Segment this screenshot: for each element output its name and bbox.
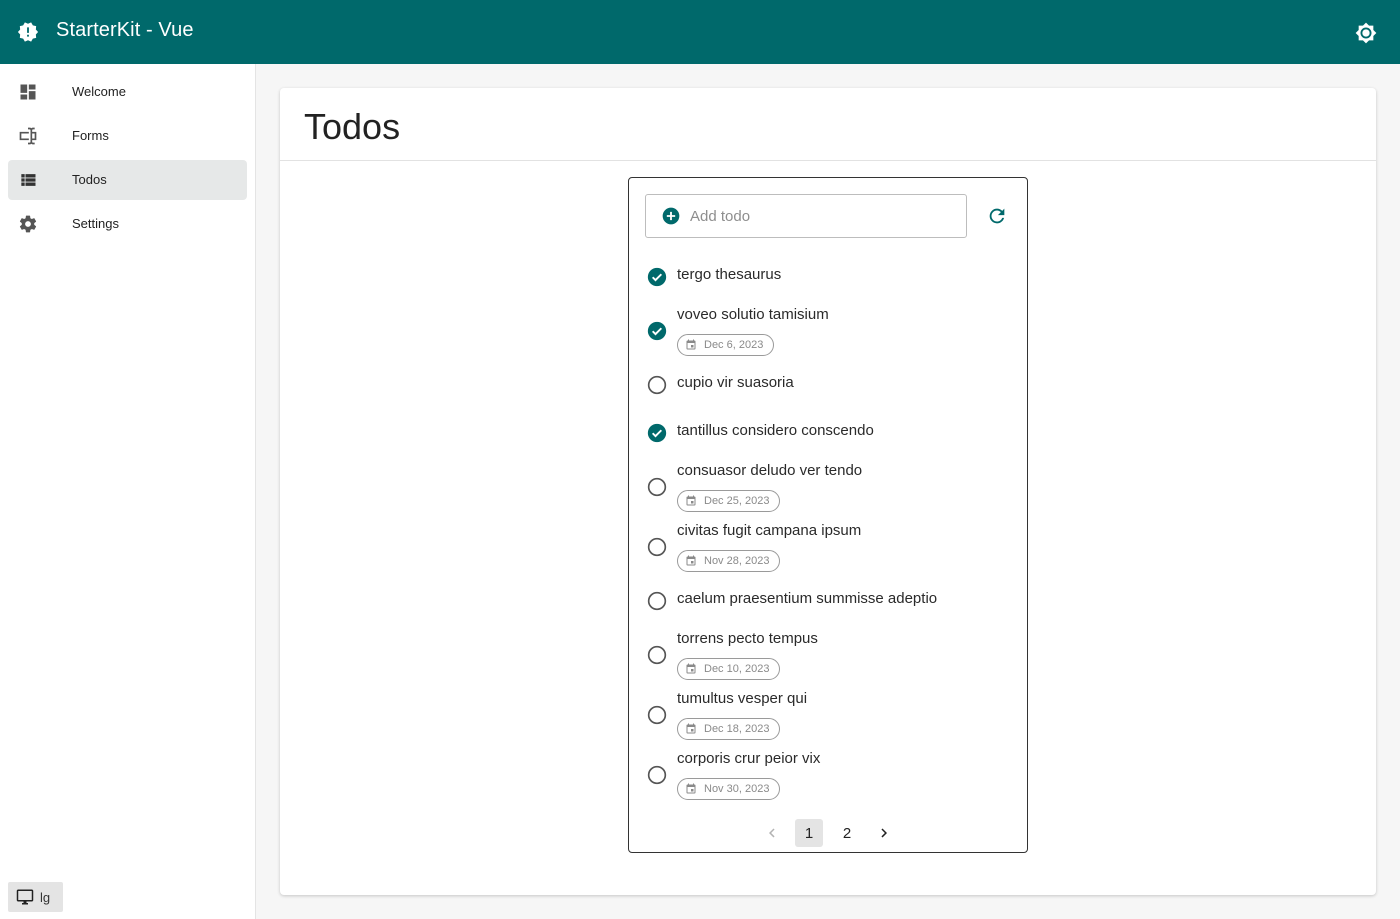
sidebar-item-settings[interactable]: Settings [8,204,247,244]
brightness-icon [1355,22,1377,44]
calendar-icon [686,555,696,566]
todo-panel: tergo thesaurus voveo solutio tamisium Dec… [628,177,1028,853]
todo-text: corporis crur peior vix [677,750,821,767]
todo-text: consuasor deludo ver tendo [677,462,863,479]
calendar-icon [686,495,696,506]
monitor-icon [16,889,34,905]
due-date-chip[interactable]: Dec 6, 2023 [677,334,775,356]
unchecked-circle-icon[interactable] [647,765,667,785]
next-page-button[interactable] [870,819,898,847]
todo-text: voveo solutio tamisium [677,306,829,323]
calendar-icon [686,339,696,350]
view-list-icon [21,174,36,186]
unchecked-circle-icon[interactable] [647,375,667,395]
sidebar-item-todos[interactable]: Todos [8,160,247,200]
checked-circle-icon[interactable] [647,321,667,341]
unchecked-circle-icon[interactable] [647,705,667,725]
unchecked-circle-icon[interactable] [647,477,667,497]
page-1-button[interactable]: 1 [795,819,823,847]
sidebar-item-welcome[interactable]: Welcome [8,72,247,112]
add-todo-input[interactable] [690,205,950,227]
todos-card: Todos tergo thesaurus voveo solutio tamis… [280,88,1376,895]
checked-circle-icon[interactable] [647,423,667,443]
todo-text: torrens pecto tempus [677,630,818,647]
due-date-chip[interactable]: Dec 25, 2023 [677,490,781,512]
due-date-label: Nov 30, 2023 [704,783,770,795]
plus-circle-icon [662,207,680,225]
todo-text: tumultus vesper qui [677,690,808,707]
due-date-label: Dec 18, 2023 [704,723,770,735]
breakpoint-label: lg [40,890,51,905]
dashboard-icon [20,84,36,100]
due-date-chip[interactable]: Nov 30, 2023 [677,778,781,800]
unchecked-circle-icon[interactable] [647,537,667,557]
due-date-chip[interactable]: Dec 18, 2023 [677,718,781,740]
form-textbox-icon [19,127,37,145]
todo-text: civitas fugit campana ipsum [677,522,862,539]
due-date-label: Dec 25, 2023 [704,495,770,507]
calendar-icon [686,783,696,794]
calendar-icon [686,723,696,734]
calendar-icon [686,663,696,674]
due-date-chip[interactable]: Dec 10, 2023 [677,658,781,680]
refresh-button[interactable] [985,204,1009,228]
sidebar-item-label: Todos [72,172,107,187]
alert-decagram-icon [17,22,39,42]
due-date-label: Dec 10, 2023 [704,663,770,675]
chevron-left-icon [769,828,775,838]
gear-icon [19,215,37,233]
sidebar-item-label: Settings [72,216,119,231]
due-date-label: Nov 28, 2023 [704,555,770,567]
due-date-chip[interactable]: Nov 28, 2023 [677,550,781,572]
todo-text: cupio vir suasoria [677,374,794,391]
sidebar: Welcome Forms Todos Settings lg [0,64,256,919]
unchecked-circle-icon[interactable] [647,645,667,665]
todo-text: tantillus considero conscendo [677,422,874,439]
app-title: StarterKit - Vue [56,19,194,41]
pagination: 1 2 [629,818,1027,848]
checked-circle-icon[interactable] [647,267,667,287]
todo-text: caelum praesentium summisse adeptio [677,590,938,607]
add-todo-field[interactable] [645,194,967,238]
divider [280,160,1376,161]
breakpoint-indicator: lg [8,882,63,912]
due-date-label: Dec 6, 2023 [704,339,764,351]
prev-page-button[interactable] [758,819,786,847]
app-bar: StarterKit - Vue [0,0,1400,64]
page-title: Todos [304,106,401,147]
sidebar-item-label: Forms [72,128,109,143]
sidebar-item-label: Welcome [72,84,126,99]
unchecked-circle-icon[interactable] [647,591,667,611]
page-2-button[interactable]: 2 [833,819,861,847]
todo-text: tergo thesaurus [677,266,782,283]
refresh-icon [989,208,1005,224]
sidebar-item-forms[interactable]: Forms [8,116,247,156]
chevron-right-icon [881,828,887,838]
theme-toggle-button[interactable] [1353,20,1379,46]
